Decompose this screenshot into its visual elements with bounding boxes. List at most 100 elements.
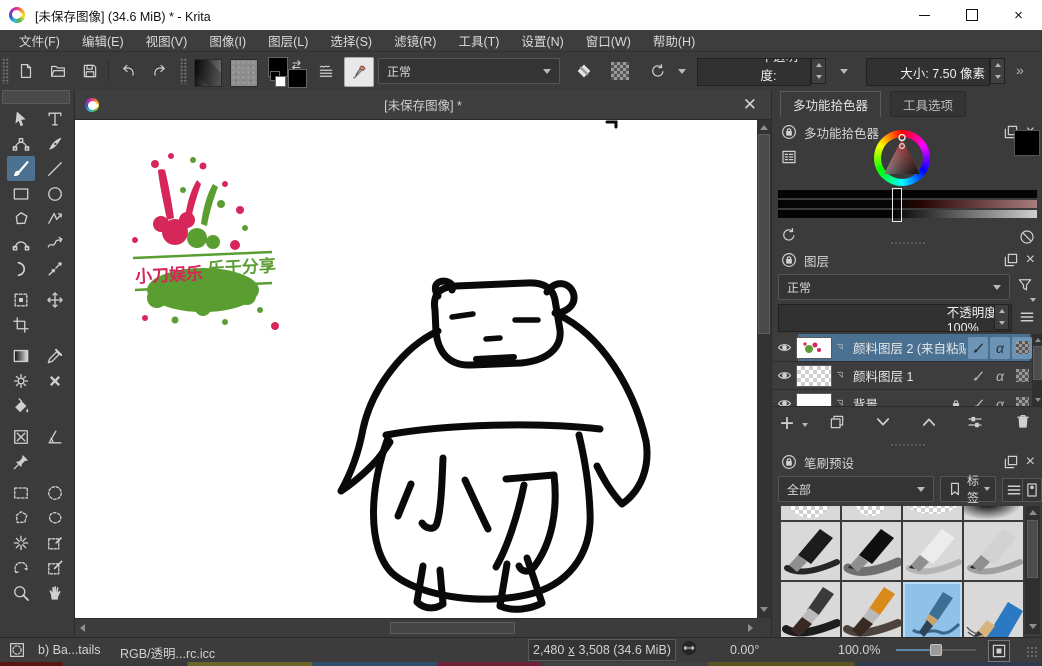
blending-mode-dropdown[interactable]: 正常	[378, 58, 560, 84]
layer-row-3[interactable]: 背景α	[772, 390, 1032, 406]
brush-preset-airbrush-soft[interactable]	[964, 506, 1023, 520]
brush-preset-eraser-soft[interactable]	[842, 506, 901, 520]
layer-alpha-icon[interactable]: α	[990, 337, 1010, 359]
preserve-alpha-button[interactable]	[606, 57, 634, 85]
layer-thumbnail[interactable]	[796, 365, 832, 387]
scroll-thumb[interactable]	[1033, 346, 1042, 380]
scroll-up-icon[interactable]	[759, 122, 769, 132]
select-rect-tool[interactable]	[7, 480, 35, 505]
menu-item-工具T[interactable]: 工具(T)	[447, 31, 510, 50]
add-layer-button[interactable]: +	[780, 410, 794, 438]
background-color-swatch[interactable]	[288, 69, 307, 88]
menu-item-帮助H[interactable]: 帮助(H)	[642, 31, 706, 50]
brush-size-slider[interactable]: 大小: 7.50 像素	[866, 58, 990, 86]
canvas[interactable]: 小刀娱乐 乐于分享	[75, 120, 757, 618]
float-docker-icon[interactable]	[1002, 453, 1020, 471]
layer-thumbnail[interactable]	[796, 337, 832, 359]
splitter-handle[interactable]	[772, 240, 1042, 246]
zoom-level[interactable]: 100.0%	[838, 643, 880, 657]
save-button[interactable]	[76, 57, 104, 85]
eraser-mode-button[interactable]	[570, 57, 598, 85]
zoom-fit-button[interactable]	[988, 640, 1010, 662]
menu-item-滤镜R[interactable]: 滤镜(R)	[383, 31, 447, 50]
move-layer-down-button[interactable]	[874, 413, 892, 431]
measure-tool[interactable]	[41, 424, 69, 449]
tab-tool-options[interactable]: 工具选项	[890, 91, 966, 117]
image-dimensions[interactable]: 2,480 x 3,508 (34.6 MiB)	[528, 639, 676, 661]
undo-button[interactable]	[114, 57, 142, 85]
menu-item-设置N[interactable]: 设置(N)	[510, 31, 574, 50]
layer-opacity-spinner[interactable]	[994, 304, 1009, 330]
layer-name[interactable]: 颜料图层 1	[853, 366, 966, 385]
transform-tool[interactable]	[7, 287, 35, 312]
reset-colors-white[interactable]	[275, 76, 286, 87]
transform-select-tool[interactable]	[7, 106, 35, 131]
multibrush-tool[interactable]	[41, 256, 69, 281]
minimize-button[interactable]	[901, 0, 948, 30]
lock-icon[interactable]	[780, 251, 798, 269]
move-tool[interactable]	[41, 287, 69, 312]
preset-scrollbar[interactable]	[1025, 506, 1040, 634]
preset-view-mode-button[interactable]	[1022, 478, 1042, 502]
gradient-tool[interactable]	[7, 343, 35, 368]
layer-list-scrollbar[interactable]	[1032, 334, 1042, 406]
brush-preset-chooser-button[interactable]	[344, 57, 374, 87]
shade-strip-1[interactable]	[778, 190, 1037, 198]
layer-alpha-checker-icon[interactable]	[1012, 393, 1032, 407]
scroll-thumb[interactable]	[1027, 520, 1038, 578]
layer-style-icon[interactable]	[968, 337, 988, 359]
scroll-up-icon[interactable]	[1028, 507, 1038, 517]
close-docker-icon[interactable]: ×	[1026, 453, 1035, 471]
layer-opacity-slider[interactable]: 不透明度: 100%	[778, 304, 1012, 332]
zoom-slider[interactable]	[896, 649, 976, 651]
document-close-button[interactable]: ✕	[743, 95, 757, 115]
saturation-triangle[interactable]	[876, 134, 928, 186]
close-docker-icon[interactable]: ×	[1026, 251, 1035, 269]
delete-layer-button[interactable]	[1014, 412, 1032, 430]
layer-blending-dropdown[interactable]: 正常	[778, 274, 1010, 300]
smart-patch-tool[interactable]	[41, 368, 69, 393]
menu-item-图层L[interactable]: 图层(L)	[257, 31, 319, 50]
menu-item-窗口W[interactable]: 窗口(W)	[575, 31, 642, 50]
scroll-down-icon[interactable]	[759, 604, 769, 614]
layer-filter-icon[interactable]	[1016, 276, 1034, 294]
layer-visibility-icon[interactable]	[772, 367, 796, 384]
chevron-down-icon[interactable]	[840, 69, 848, 74]
resize-grip[interactable]	[1026, 646, 1038, 658]
bezier-curve-tool[interactable]	[7, 231, 35, 256]
chevron-down-icon[interactable]	[678, 69, 686, 74]
layer-visibility-icon[interactable]	[772, 339, 796, 356]
select-freehand-tool[interactable]	[41, 505, 69, 530]
ellipse-tool[interactable]	[41, 181, 69, 206]
freehand-brush-tool[interactable]	[7, 156, 35, 181]
calligraphy-tool[interactable]	[41, 131, 69, 156]
brush-preset-ink-brush[interactable]	[842, 522, 901, 580]
redo-button[interactable]	[146, 57, 174, 85]
fill-tool[interactable]	[7, 393, 35, 418]
crop-tool[interactable]	[7, 312, 35, 337]
select-bezier-tool[interactable]	[41, 530, 69, 555]
freehand-path-tool[interactable]	[41, 231, 69, 256]
edit-shapes-tool[interactable]	[7, 131, 35, 156]
duplicate-layer-button[interactable]	[828, 413, 846, 431]
splitter-handle[interactable]	[772, 442, 1042, 448]
layer-alpha-checker-icon[interactable]	[1012, 337, 1032, 359]
brush-preset-ink-fineliner[interactable]	[903, 522, 962, 580]
pan-tool[interactable]	[41, 580, 69, 605]
layer-style-icon[interactable]	[968, 393, 988, 407]
polyline-tool[interactable]	[41, 206, 69, 231]
float-docker-icon[interactable]	[1002, 251, 1020, 269]
maximize-button[interactable]	[948, 0, 995, 30]
toolbar-overflow-button[interactable]: »	[1016, 62, 1024, 78]
select-polygon-tool[interactable]	[7, 505, 35, 530]
layer-row-1[interactable]: 颜料图层 2 (来自粘贴)α	[772, 334, 1032, 362]
enclose-fill-tool[interactable]	[7, 424, 35, 449]
menu-item-选择S[interactable]: 选择(S)	[319, 31, 383, 50]
layer-style-icon[interactable]	[968, 365, 988, 387]
layer-options-icon[interactable]	[1018, 308, 1036, 326]
layer-row-2[interactable]: 颜料图层 1α	[772, 362, 1032, 390]
size-spinner[interactable]	[990, 58, 1005, 84]
scroll-up-icon[interactable]	[1033, 335, 1042, 345]
reload-preset-button[interactable]	[644, 57, 672, 85]
toolbox-header[interactable]	[2, 90, 70, 104]
